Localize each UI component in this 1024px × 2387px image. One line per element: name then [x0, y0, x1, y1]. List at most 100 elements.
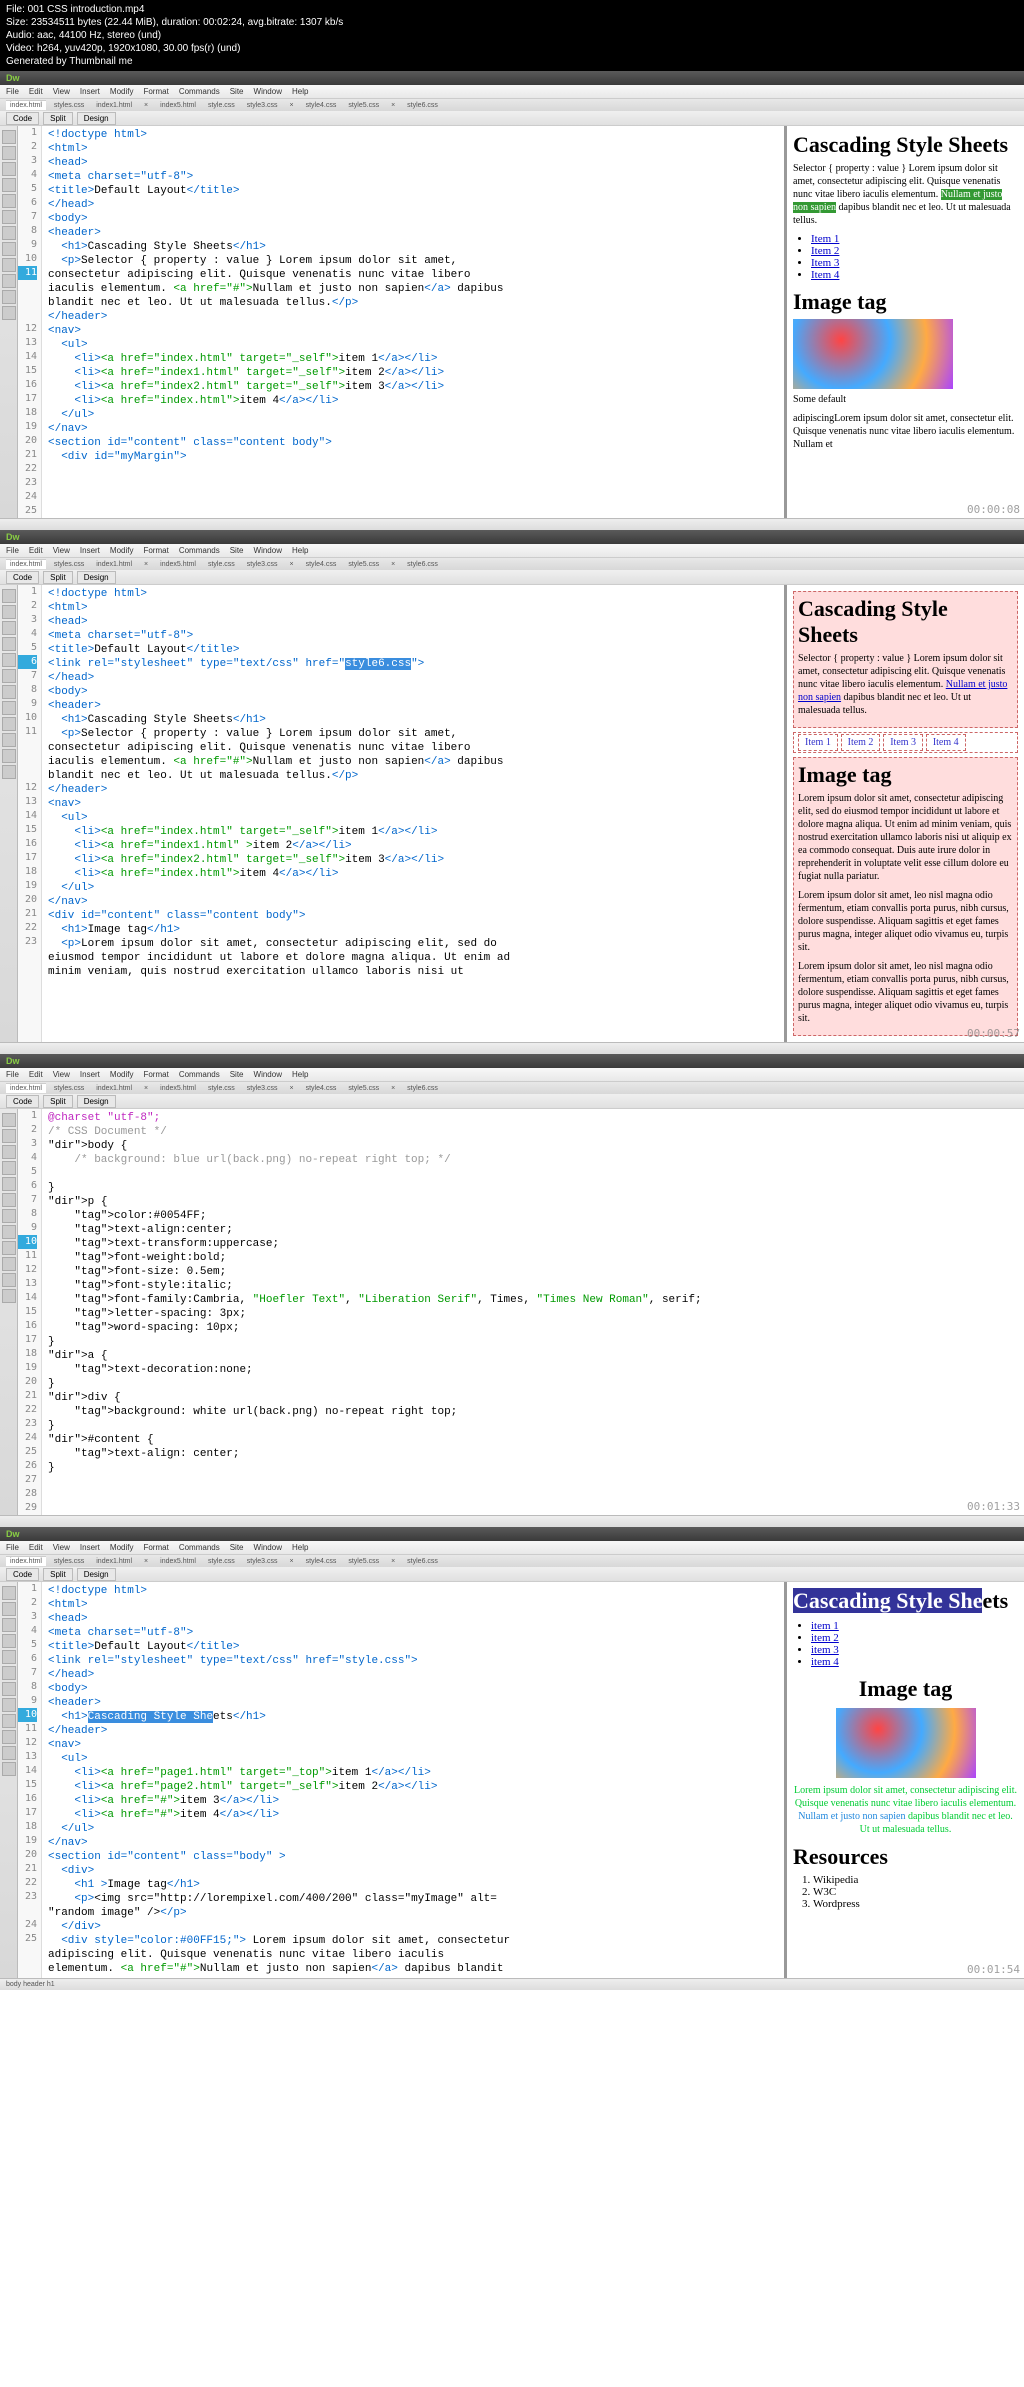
menu-commands[interactable]: Commands — [179, 1070, 220, 1079]
view-code[interactable]: Code — [6, 1095, 39, 1108]
tab[interactable]: × — [286, 101, 298, 110]
menu-modify[interactable]: Modify — [110, 87, 134, 96]
tool-icon[interactable] — [2, 1634, 16, 1648]
view-design[interactable]: Design — [77, 571, 116, 584]
tab[interactable]: × — [387, 1084, 399, 1093]
tool-icon[interactable] — [2, 274, 16, 288]
tool-icon[interactable] — [2, 1113, 16, 1127]
tool-icon[interactable] — [2, 717, 16, 731]
tab[interactable]: index.html — [6, 1083, 46, 1093]
tab[interactable]: index5.html — [156, 1084, 200, 1093]
tool-icon[interactable] — [2, 1145, 16, 1159]
view-code[interactable]: Code — [6, 112, 39, 125]
nav-item[interactable]: Item 4 — [811, 269, 839, 281]
menu-commands[interactable]: Commands — [179, 1543, 220, 1552]
nav-button[interactable]: Item 2 — [841, 734, 881, 751]
menu-site[interactable]: Site — [230, 1070, 244, 1079]
tab[interactable]: index.html — [6, 100, 46, 110]
tool-icon[interactable] — [2, 1762, 16, 1776]
view-code[interactable]: Code — [6, 1568, 39, 1581]
tab[interactable]: index1.html — [92, 560, 136, 569]
menu-file[interactable]: File — [6, 1543, 19, 1552]
tool-icon[interactable] — [2, 637, 16, 651]
tab[interactable]: style6.css — [403, 101, 442, 110]
menu-edit[interactable]: Edit — [29, 1070, 43, 1079]
tool-icon[interactable] — [2, 669, 16, 683]
tab[interactable]: style.css — [204, 101, 239, 110]
menu-help[interactable]: Help — [292, 546, 308, 555]
tab[interactable]: style3.css — [243, 560, 282, 569]
menu-file[interactable]: File — [6, 87, 19, 96]
tool-icon[interactable] — [2, 1161, 16, 1175]
menu-format[interactable]: Format — [143, 1543, 168, 1552]
tool-icon[interactable] — [2, 1714, 16, 1728]
tab[interactable]: × — [140, 101, 152, 110]
tool-icon[interactable] — [2, 605, 16, 619]
tab[interactable]: × — [387, 560, 399, 569]
tool-icon[interactable] — [2, 653, 16, 667]
tab[interactable]: styles.css — [50, 1557, 88, 1566]
tool-icon[interactable] — [2, 1586, 16, 1600]
code-editor[interactable]: @charset "utf-8";/* CSS Document */"dir"… — [42, 1109, 1024, 1515]
tool-icon[interactable] — [2, 1746, 16, 1760]
menu-view[interactable]: View — [53, 1070, 70, 1079]
nav-item[interactable]: Item 2 — [811, 245, 839, 257]
tab[interactable]: style6.css — [403, 1084, 442, 1093]
menu-commands[interactable]: Commands — [179, 87, 220, 96]
tool-icon[interactable] — [2, 685, 16, 699]
view-code[interactable]: Code — [6, 571, 39, 584]
menu-format[interactable]: Format — [143, 1070, 168, 1079]
menu-format[interactable]: Format — [143, 546, 168, 555]
menu-view[interactable]: View — [53, 546, 70, 555]
tab[interactable]: × — [387, 101, 399, 110]
nav-item[interactable]: Item 1 — [811, 233, 839, 245]
view-design[interactable]: Design — [77, 112, 116, 125]
tool-icon[interactable] — [2, 701, 16, 715]
menu-help[interactable]: Help — [292, 1543, 308, 1552]
menu-insert[interactable]: Insert — [80, 1070, 100, 1079]
tool-icon[interactable] — [2, 1209, 16, 1223]
tab[interactable]: style4.css — [302, 1557, 341, 1566]
menu-view[interactable]: View — [53, 1543, 70, 1552]
view-split[interactable]: Split — [43, 1568, 73, 1581]
tool-icon[interactable] — [2, 749, 16, 763]
tool-icon[interactable] — [2, 242, 16, 256]
tool-icon[interactable] — [2, 1682, 16, 1696]
nav-button[interactable]: Item 3 — [883, 734, 923, 751]
tab[interactable]: × — [140, 1557, 152, 1566]
tab[interactable]: styles.css — [50, 101, 88, 110]
tab[interactable]: style.css — [204, 1557, 239, 1566]
tool-icon[interactable] — [2, 210, 16, 224]
tab[interactable]: style5.css — [344, 560, 383, 569]
tab[interactable]: × — [286, 560, 298, 569]
menu-window[interactable]: Window — [254, 1070, 282, 1079]
tool-icon[interactable] — [2, 589, 16, 603]
code-editor[interactable]: <!doctype html><html><head><meta charset… — [42, 585, 784, 1042]
menu-edit[interactable]: Edit — [29, 546, 43, 555]
menu-file[interactable]: File — [6, 1070, 19, 1079]
menu-insert[interactable]: Insert — [80, 1543, 100, 1552]
menu-site[interactable]: Site — [230, 546, 244, 555]
tab[interactable]: × — [286, 1084, 298, 1093]
tool-icon[interactable] — [2, 226, 16, 240]
tool-icon[interactable] — [2, 194, 16, 208]
view-design[interactable]: Design — [77, 1095, 116, 1108]
tab[interactable]: index.html — [6, 559, 46, 569]
tab[interactable]: style6.css — [403, 560, 442, 569]
menu-format[interactable]: Format — [143, 87, 168, 96]
tool-icon[interactable] — [2, 1650, 16, 1664]
tab[interactable]: index5.html — [156, 1557, 200, 1566]
tool-icon[interactable] — [2, 1225, 16, 1239]
view-split[interactable]: Split — [43, 1095, 73, 1108]
nav-button[interactable]: Item 1 — [798, 734, 838, 751]
tool-icon[interactable] — [2, 1273, 16, 1287]
nav-item[interactable]: item 4 — [811, 1656, 839, 1668]
view-split[interactable]: Split — [43, 112, 73, 125]
menu-modify[interactable]: Modify — [110, 1543, 134, 1552]
tab[interactable]: styles.css — [50, 1084, 88, 1093]
tool-icon[interactable] — [2, 1618, 16, 1632]
tool-icon[interactable] — [2, 1666, 16, 1680]
menu-site[interactable]: Site — [230, 87, 244, 96]
nav-item[interactable]: Item 3 — [811, 257, 839, 269]
tab[interactable]: style5.css — [344, 101, 383, 110]
